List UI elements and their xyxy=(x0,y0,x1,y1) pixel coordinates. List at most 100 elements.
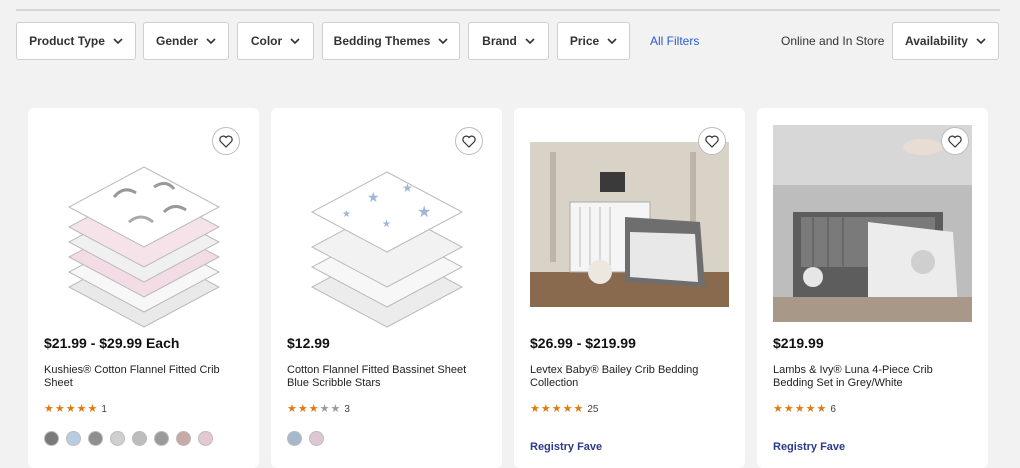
review-count: 6 xyxy=(830,404,836,415)
bedding-themes-filter[interactable]: Bedding Themes xyxy=(322,22,460,60)
color-swatch[interactable] xyxy=(287,431,302,446)
brand-label: Brand xyxy=(482,34,517,48)
star-icon: ★ xyxy=(319,403,330,415)
product-title[interactable]: Lambs & Ivy® Luna 4-Piece Crib Bedding S… xyxy=(773,364,973,390)
star-icon: ★ xyxy=(794,403,805,415)
color-swatch[interactable] xyxy=(66,431,81,446)
chevron-down-icon xyxy=(607,38,617,45)
color-filter[interactable]: Color xyxy=(237,22,314,60)
product-image[interactable] xyxy=(530,122,729,332)
star-icon: ★ xyxy=(805,403,816,415)
favorite-button[interactable] xyxy=(698,127,726,155)
color-label: Color xyxy=(250,34,283,48)
star-icon: ★ xyxy=(44,403,54,415)
bedding-themes-label: Bedding Themes xyxy=(333,34,431,48)
star-icon: ★ xyxy=(573,403,584,415)
availability-label: Availability xyxy=(905,34,968,48)
star-icon: ★ xyxy=(540,403,551,415)
product-price: $12.99 xyxy=(287,335,330,351)
product-image[interactable] xyxy=(44,122,243,332)
svg-text:★: ★ xyxy=(402,181,413,195)
color-swatch[interactable] xyxy=(88,431,103,446)
color-swatches xyxy=(44,431,213,446)
chevron-down-icon xyxy=(206,38,216,45)
svg-text:★: ★ xyxy=(367,189,380,205)
star-icon: ★ xyxy=(816,403,827,415)
star-icon: ★ xyxy=(330,403,341,415)
color-swatch[interactable] xyxy=(44,431,59,446)
chevron-down-icon xyxy=(113,38,123,45)
star-icon: ★ xyxy=(562,403,573,415)
star-icon: ★ xyxy=(297,403,308,415)
product-card[interactable]: ★ ★ ★ ★ ★ $12.99 Cotton Flannel Fitted B… xyxy=(271,108,502,468)
registry-fave-badge: Registry Fave xyxy=(773,441,846,453)
color-swatch[interactable] xyxy=(198,431,213,446)
price-filter[interactable]: Price xyxy=(557,22,630,60)
product-card[interactable]: $21.99 - $29.99 Each Kushies® Cotton Fla… xyxy=(28,108,259,468)
chevron-down-icon xyxy=(290,38,300,45)
heart-icon xyxy=(462,135,476,148)
star-rating: ★ ★ ★ ★ ★ xyxy=(773,404,826,415)
product-card[interactable]: $26.99 - $219.99 Levtex Baby® Bailey Cri… xyxy=(514,108,745,468)
product-price: $219.99 xyxy=(773,335,824,351)
star-icon: ★ xyxy=(551,403,562,415)
product-image[interactable] xyxy=(773,122,972,332)
review-count: 1 xyxy=(101,404,107,415)
product-image[interactable]: ★ ★ ★ ★ ★ xyxy=(287,122,486,332)
product-title[interactable]: Cotton Flannel Fitted Bassinet Sheet Blu… xyxy=(287,364,487,390)
star-icon: ★ xyxy=(530,403,540,415)
availability-filter[interactable]: Availability xyxy=(892,22,999,60)
star-icon: ★ xyxy=(308,403,319,415)
product-rating: ★ ★ ★ ★ ★ 25 xyxy=(530,404,599,416)
color-swatch[interactable] xyxy=(110,431,125,446)
price-label: Price xyxy=(569,34,600,48)
product-rating: ★ ★ ★ ★ ★ 3 xyxy=(287,404,350,416)
product-card[interactable]: $219.99 Lambs & Ivy® Luna 4-Piece Crib B… xyxy=(757,108,988,468)
store-availability-label: Online and In Store xyxy=(781,34,885,48)
filter-bar: Product Type Gender Color Bedding Themes… xyxy=(16,22,1000,60)
product-rating: ★ ★ ★ ★ ★ 6 xyxy=(773,404,836,416)
color-swatch[interactable] xyxy=(176,431,191,446)
color-swatches xyxy=(287,431,324,446)
gender-filter[interactable]: Gender xyxy=(143,22,229,60)
star-icon: ★ xyxy=(87,403,98,415)
gender-label: Gender xyxy=(155,34,198,48)
product-type-label: Product Type xyxy=(29,34,105,48)
star-rating: ★ ★ ★ ★ ★ xyxy=(44,404,97,415)
review-count: 25 xyxy=(587,404,599,415)
brand-filter[interactable]: Brand xyxy=(468,22,549,60)
favorite-button[interactable] xyxy=(941,127,969,155)
star-rating: ★ ★ ★ ★ ★ xyxy=(287,404,340,415)
star-icon: ★ xyxy=(76,403,87,415)
svg-text:★: ★ xyxy=(382,219,391,230)
favorite-button[interactable] xyxy=(455,127,483,155)
top-divider xyxy=(16,9,1000,11)
star-icon: ★ xyxy=(54,403,65,415)
color-swatch[interactable] xyxy=(309,431,324,446)
color-swatch[interactable] xyxy=(154,431,169,446)
chevron-down-icon xyxy=(438,38,448,45)
heart-icon xyxy=(705,135,719,148)
star-icon: ★ xyxy=(65,403,76,415)
product-type-filter[interactable]: Product Type xyxy=(16,22,136,60)
favorite-button[interactable] xyxy=(212,127,240,155)
heart-icon xyxy=(948,135,962,148)
product-price: $26.99 - $219.99 xyxy=(530,335,636,351)
heart-icon xyxy=(219,135,233,148)
product-title[interactable]: Kushies® Cotton Flannel Fitted Crib Shee… xyxy=(44,364,244,390)
product-rating: ★ ★ ★ ★ ★ 1 xyxy=(44,404,107,416)
product-price: $21.99 - $29.99 Each xyxy=(44,335,180,351)
star-icon: ★ xyxy=(287,403,297,415)
registry-fave-badge: Registry Fave xyxy=(530,441,603,453)
chevron-down-icon xyxy=(976,38,986,45)
chevron-down-icon xyxy=(525,38,535,45)
color-swatch[interactable] xyxy=(132,431,147,446)
star-icon: ★ xyxy=(783,403,794,415)
product-title[interactable]: Levtex Baby® Bailey Crib Bedding Collect… xyxy=(530,364,730,390)
all-filters-link[interactable]: All Filters xyxy=(650,34,699,48)
svg-text:★: ★ xyxy=(417,204,431,221)
star-rating: ★ ★ ★ ★ ★ xyxy=(530,404,583,415)
review-count: 3 xyxy=(344,404,350,415)
star-icon: ★ xyxy=(773,403,783,415)
svg-text:★: ★ xyxy=(342,209,351,220)
